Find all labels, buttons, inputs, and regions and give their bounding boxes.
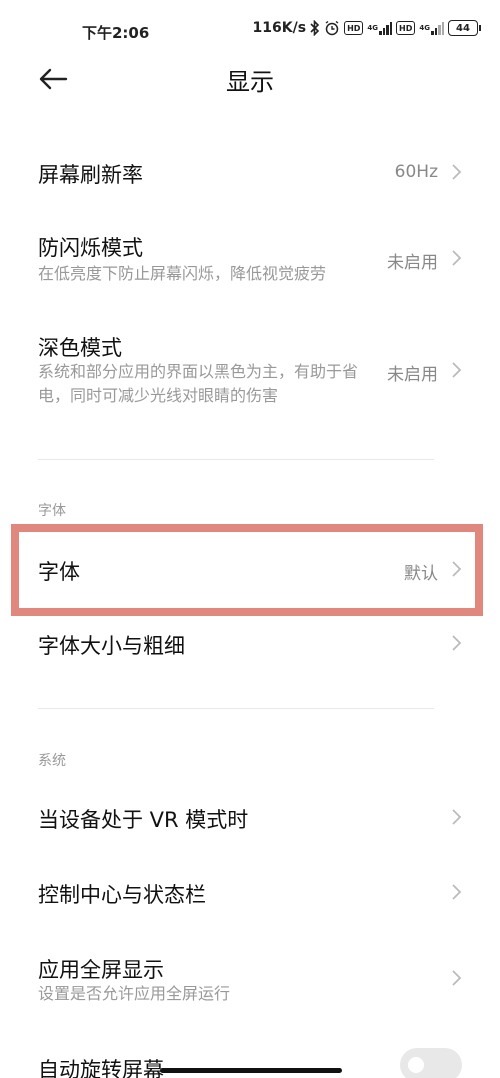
setting-control-center[interactable]: 控制中心与状态栏 [0, 861, 500, 925]
section-label-system: 系统 [38, 753, 66, 769]
setting-value: 未启用 [387, 253, 438, 273]
chevron-right-icon [450, 360, 464, 380]
chevron-right-icon [450, 162, 464, 182]
signal-icon-2: 4G [419, 21, 444, 35]
signal-icon: 4G [367, 21, 393, 35]
status-time: 下午2:06 [82, 24, 150, 42]
setting-font-size[interactable]: 字体大小与粗细 [0, 612, 500, 676]
chevron-right-icon [450, 633, 464, 653]
status-icons: 116K/s HD 4G HD 4G 44 [252, 20, 481, 36]
divider [38, 459, 434, 460]
setting-title: 自动旋转屏幕 [38, 1058, 164, 1078]
setting-value: 未启用 [387, 365, 438, 385]
network-speed: 116K/s [252, 20, 307, 36]
chevron-right-icon [450, 807, 464, 827]
status-bar: 下午2:06 116K/s HD 4G HD 4G 44 [0, 0, 500, 60]
hd-icon: HD [344, 21, 364, 35]
divider [38, 708, 434, 709]
page-header: 显示 [0, 56, 500, 102]
home-indicator[interactable] [160, 1068, 342, 1073]
setting-title: 屏幕刷新率 [38, 163, 143, 187]
hd-icon-2: HD [396, 21, 416, 35]
setting-title: 控制中心与状态栏 [38, 883, 206, 907]
setting-vr-mode[interactable]: 当设备处于 VR 模式时 [0, 786, 500, 850]
setting-anti-flicker[interactable]: 防闪烁模式 在低亮度下防止屏幕闪烁，降低视觉疲劳 未启用 [0, 220, 500, 300]
chevron-right-icon [450, 882, 464, 902]
chevron-right-icon [450, 968, 464, 988]
setting-value: 60Hz [394, 162, 438, 182]
setting-title: 深色模式 [38, 336, 122, 360]
setting-title: 字体大小与粗细 [38, 634, 185, 658]
alarm-icon [324, 20, 340, 36]
setting-subtitle: 在低亮度下防止屏幕闪烁，降低视觉疲劳 [38, 264, 327, 283]
setting-title: 应用全屏显示 [38, 958, 164, 982]
setting-title: 当设备处于 VR 模式时 [38, 808, 249, 832]
battery-icon: 44 [448, 20, 481, 36]
setting-refresh-rate[interactable]: 屏幕刷新率 60Hz [0, 140, 500, 204]
setting-fullscreen-apps[interactable]: 应用全屏显示 设置是否允许应用全屏运行 [0, 940, 500, 1020]
chevron-right-icon [450, 248, 464, 268]
setting-subtitle: 系统和部分应用的界面以黑色为主，有助于省电，同时可减少光线对眼睛的伤害 [38, 362, 359, 405]
toggle-knob [408, 1057, 424, 1073]
setting-title: 防闪烁模式 [38, 236, 143, 260]
setting-dark-mode[interactable]: 深色模式 系统和部分应用的界面以黑色为主，有助于省电，同时可减少光线对眼睛的伤害… [0, 320, 500, 420]
setting-subtitle: 设置是否允许应用全屏运行 [38, 984, 231, 1003]
page-title: 显示 [226, 68, 274, 96]
highlight-box [11, 524, 483, 616]
bluetooth-icon [310, 20, 320, 36]
section-label-font: 字体 [38, 503, 66, 519]
auto-rotate-toggle[interactable] [400, 1048, 462, 1078]
